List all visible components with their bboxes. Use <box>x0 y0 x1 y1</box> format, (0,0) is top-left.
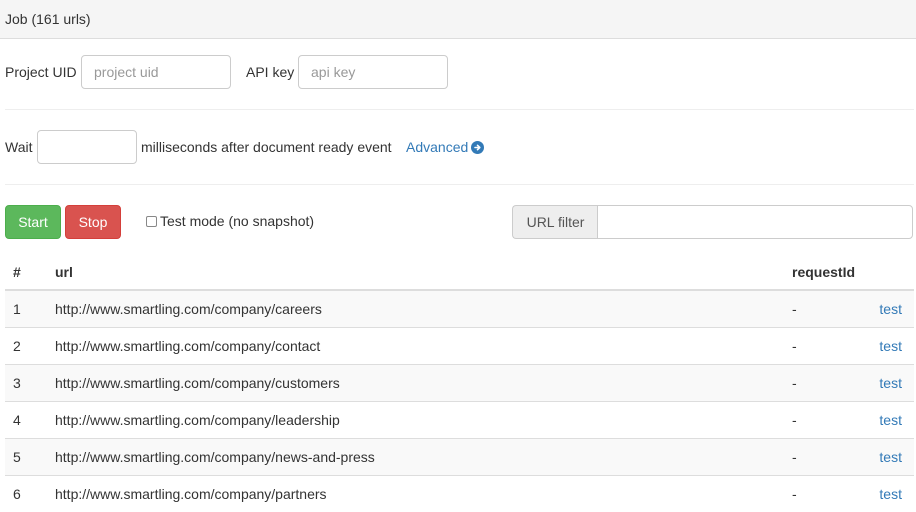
stop-button[interactable]: Stop <box>65 205 121 239</box>
test-link[interactable]: test <box>879 338 902 354</box>
project-uid-input[interactable] <box>81 55 231 89</box>
row-number: 6 <box>5 474 47 512</box>
wait-ms-input[interactable] <box>37 130 137 164</box>
row-url: http://www.smartling.com/company/contact <box>47 326 784 364</box>
url-filter-input[interactable] <box>597 205 913 239</box>
row-request-id: - <box>784 363 864 401</box>
test-mode-checkbox[interactable] <box>146 216 157 227</box>
row-number: 3 <box>5 363 47 401</box>
advanced-link[interactable]: Advanced <box>406 139 485 155</box>
row-request-id: - <box>784 400 864 438</box>
divider <box>5 184 914 185</box>
row-number: 5 <box>5 437 47 475</box>
column-header-action <box>863 254 914 291</box>
project-uid-label: Project UID <box>5 64 77 80</box>
test-link[interactable]: test <box>879 375 902 391</box>
column-header-number: # <box>5 254 47 291</box>
test-link[interactable]: test <box>879 412 902 428</box>
row-url: http://www.smartling.com/company/careers <box>47 289 784 327</box>
table-row: 6 http://www.smartling.com/company/partn… <box>5 474 914 512</box>
api-key-label: API key <box>246 64 295 80</box>
row-number: 2 <box>5 326 47 364</box>
test-link[interactable]: test <box>879 486 902 502</box>
job-header: Job (161 urls) <box>0 0 916 39</box>
table-row: 3 http://www.smartling.com/company/custo… <box>5 363 914 401</box>
start-button[interactable]: Start <box>5 205 61 239</box>
row-number: 1 <box>5 289 47 327</box>
row-request-id: - <box>784 437 864 475</box>
url-table: # url requestId 1 http://www.smartling.c… <box>5 254 914 512</box>
wait-label: Wait <box>5 139 33 155</box>
table-row: 1 http://www.smartling.com/company/caree… <box>5 289 914 327</box>
table-header-row: # url requestId <box>5 254 914 291</box>
test-mode-label: Test mode (no snapshot) <box>160 213 315 229</box>
column-header-url: url <box>47 254 784 291</box>
wait-suffix-label: milliseconds after document ready event <box>141 139 392 155</box>
url-filter-label: URL filter <box>512 205 598 239</box>
api-key-input[interactable] <box>298 55 448 89</box>
row-request-id: - <box>784 326 864 364</box>
test-mode-option[interactable]: Test mode (no snapshot) <box>146 213 314 229</box>
test-link[interactable]: test <box>879 301 902 317</box>
test-link[interactable]: test <box>879 449 902 465</box>
table-row: 4 http://www.smartling.com/company/leade… <box>5 400 914 438</box>
row-request-id: - <box>784 289 864 327</box>
advanced-label: Advanced <box>406 139 469 155</box>
row-number: 4 <box>5 400 47 438</box>
row-request-id: - <box>784 474 864 512</box>
table-row: 2 http://www.smartling.com/company/conta… <box>5 326 914 364</box>
row-url: http://www.smartling.com/company/partner… <box>47 474 784 512</box>
row-url: http://www.smartling.com/company/leaders… <box>47 400 784 438</box>
divider <box>5 109 914 110</box>
row-url: http://www.smartling.com/company/news-an… <box>47 437 784 475</box>
table-row: 5 http://www.smartling.com/company/news-… <box>5 437 914 475</box>
column-header-request-id: requestId <box>784 254 864 291</box>
arrow-circle-right-icon <box>471 141 485 154</box>
job-title: Job (161 urls) <box>5 11 91 27</box>
row-url: http://www.smartling.com/company/custome… <box>47 363 784 401</box>
